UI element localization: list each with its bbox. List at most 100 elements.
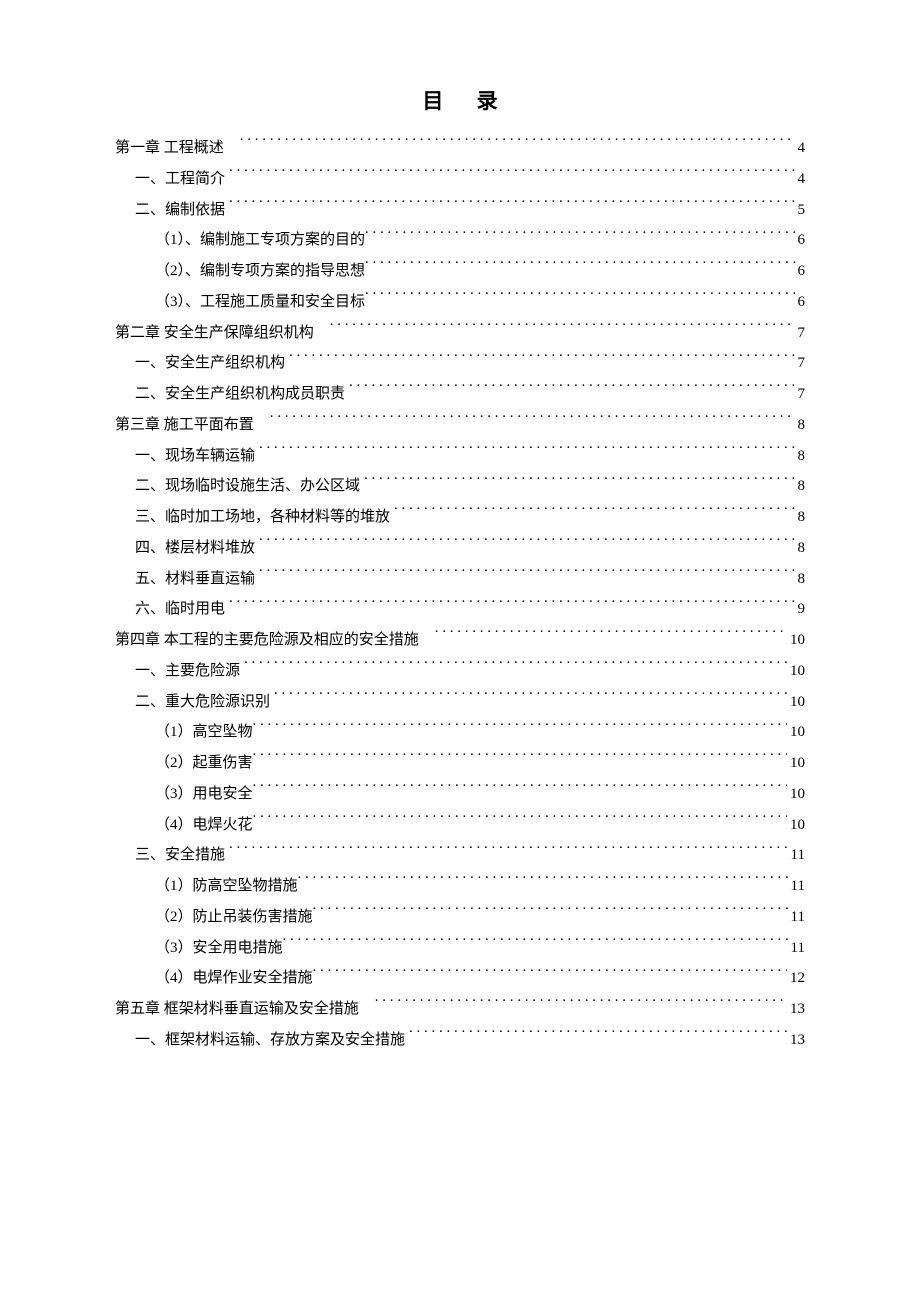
toc-entry-page: 11 <box>788 871 805 902</box>
toc-dots <box>394 506 794 521</box>
toc-entry-label: 第四章 本工程的主要危险源及相应的安全措施 <box>115 625 419 656</box>
toc-entry: （1）、编制施工专项方案的目的6 <box>115 225 805 256</box>
toc-entry-page: 11 <box>788 902 805 933</box>
toc-entry-page: 8 <box>795 471 806 502</box>
toc-dots <box>244 660 787 675</box>
toc-entry-label: 一、安全生产组织机构 <box>135 348 285 379</box>
toc-dots <box>229 199 794 214</box>
toc-entry-label: 三、安全措施 <box>135 840 225 871</box>
toc-entry-label: （4）电焊作业安全措施 <box>155 963 313 994</box>
toc-dots <box>270 414 795 429</box>
toc-entry-label: （3）安全用电措施 <box>155 933 283 964</box>
toc-entry-label: 二、现场临时设施生活、办公区域 <box>135 471 360 502</box>
toc-entry-label: 六、临时用电 <box>135 594 225 625</box>
toc-entry-label: 一、工程简介 <box>135 164 225 195</box>
toc-entry-page: 9 <box>795 594 806 625</box>
toc-entry-label: （4）电焊火花 <box>155 810 253 841</box>
toc-dots <box>229 598 794 613</box>
toc-entry-label: 二、编制依据 <box>135 195 225 226</box>
toc-entry-page: 10 <box>787 687 805 718</box>
toc-entry-label: 四、楼层材料堆放 <box>135 533 255 564</box>
toc-entry-page: 10 <box>787 625 805 656</box>
toc-entry-page: 8 <box>795 441 806 472</box>
toc-dots <box>253 783 787 798</box>
toc-entry-page: 10 <box>787 748 805 779</box>
toc-entry-page: 7 <box>795 318 806 349</box>
toc-entry-page: 8 <box>795 502 806 533</box>
toc-entry: （2）、编制专项方案的指导思想 6 <box>115 256 805 287</box>
toc-title: 目 录 <box>115 85 805 115</box>
toc-container: 第一章 工程概述4一、工程简介4二、编制依据5（1）、编制施工专项方案的目的6（… <box>115 133 805 1056</box>
toc-entry-label: 一、现场车辆运输 <box>135 441 255 472</box>
toc-entry-page: 5 <box>795 195 806 226</box>
toc-entry-label: 三、临时加工场地，各种材料等的堆放 <box>135 502 390 533</box>
toc-dots <box>435 629 787 644</box>
toc-dots <box>298 875 788 890</box>
toc-entry-page: 11 <box>788 933 805 964</box>
toc-entry: 二、现场临时设施生活、办公区域 8 <box>115 471 805 502</box>
toc-entry-label: （1）高空坠物 <box>155 717 253 748</box>
toc-entry-page: 12 <box>787 963 805 994</box>
toc-entry: 第一章 工程概述4 <box>115 133 805 164</box>
toc-entry: 六、临时用电 9 <box>115 594 805 625</box>
toc-dots <box>259 537 794 552</box>
toc-entry: （3）用电安全10 <box>115 779 805 810</box>
toc-entry-page: 10 <box>787 717 805 748</box>
toc-entry: 第四章 本工程的主要危险源及相应的安全措施 10 <box>115 625 805 656</box>
toc-entry: 三、临时加工场地，各种材料等的堆放 8 <box>115 502 805 533</box>
toc-entry: 一、现场车辆运输 8 <box>115 441 805 472</box>
toc-entry-label: 五、材料垂直运输 <box>135 564 255 595</box>
toc-dots <box>365 229 794 244</box>
toc-entry: （4）电焊作业安全措施 12 <box>115 963 805 994</box>
toc-entry-page: 11 <box>788 840 805 871</box>
toc-entry: （2）起重伤害 10 <box>115 748 805 779</box>
toc-entry-label: 二、重大危险源识别 <box>135 687 270 718</box>
toc-entry: 一、工程简介 4 <box>115 164 805 195</box>
toc-entry: 二、安全生产组织机构成员职责 7 <box>115 379 805 410</box>
toc-entry-page: 10 <box>787 656 805 687</box>
toc-dots <box>349 383 794 398</box>
toc-dots <box>259 445 794 460</box>
toc-entry-page: 6 <box>795 256 806 287</box>
toc-entry: 一、安全生产组织机构7 <box>115 348 805 379</box>
toc-dots <box>313 967 787 982</box>
toc-entry-page: 8 <box>795 410 806 441</box>
toc-entry: 一、框架材料运输、存放方案及安全措施13 <box>115 1025 805 1056</box>
toc-entry-label: （2）、编制专项方案的指导思想 <box>155 256 365 287</box>
toc-entry-label: 第三章 施工平面布置 <box>115 410 254 441</box>
toc-entry-page: 7 <box>795 379 806 410</box>
toc-entry: 一、主要危险源 10 <box>115 656 805 687</box>
toc-dots <box>253 814 787 829</box>
toc-entry-label: 二、安全生产组织机构成员职责 <box>135 379 345 410</box>
toc-entry-label: （2）防止吊装伤害措施 <box>155 902 313 933</box>
toc-entry: 二、重大危险源识别 10 <box>115 687 805 718</box>
toc-entry-label: 一、主要危险源 <box>135 656 240 687</box>
toc-entry-label: 第二章 安全生产保障组织机构 <box>115 318 314 349</box>
toc-dots <box>375 998 787 1013</box>
toc-entry-label: 第一章 工程概述 <box>115 133 224 164</box>
toc-entry-page: 13 <box>787 994 805 1025</box>
toc-entry: 第五章 框架材料垂直运输及安全措施 13 <box>115 994 805 1025</box>
toc-entry-page: 6 <box>795 287 806 318</box>
toc-entry: （1）防高空坠物措施11 <box>115 871 805 902</box>
toc-entry-page: 4 <box>795 164 806 195</box>
toc-dots <box>313 906 788 921</box>
toc-dots <box>409 1029 787 1044</box>
toc-entry-label: （2）起重伤害 <box>155 748 253 779</box>
toc-entry-page: 13 <box>787 1025 805 1056</box>
toc-entry-page: 10 <box>787 810 805 841</box>
toc-entry: 五、材料垂直运输8 <box>115 564 805 595</box>
toc-entry-label: （1）、编制施工专项方案的目的 <box>155 225 365 256</box>
toc-entry: （2）防止吊装伤害措施 11 <box>115 902 805 933</box>
toc-dots <box>253 721 787 736</box>
toc-entry: （3）安全用电措施 11 <box>115 933 805 964</box>
toc-entry: （3）、工程施工质量和安全目标 6 <box>115 287 805 318</box>
toc-dots <box>330 322 795 337</box>
toc-entry: 二、编制依据 5 <box>115 195 805 226</box>
toc-dots <box>283 937 788 952</box>
toc-entry-page: 8 <box>795 533 806 564</box>
toc-entry-label: （3）、工程施工质量和安全目标 <box>155 287 365 318</box>
toc-dots <box>274 691 787 706</box>
toc-entry-label: 第五章 框架材料垂直运输及安全措施 <box>115 994 359 1025</box>
toc-entry-label: （3）用电安全 <box>155 779 253 810</box>
